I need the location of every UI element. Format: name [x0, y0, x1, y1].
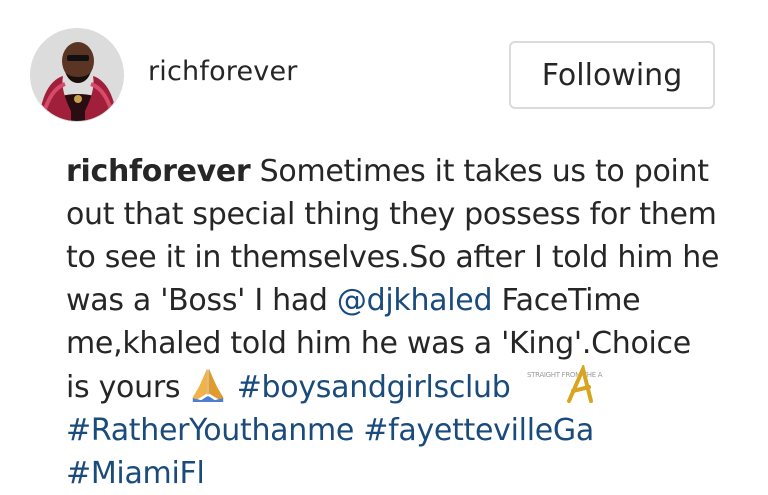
avatar[interactable] — [30, 28, 124, 122]
post-author-username[interactable]: richforever — [148, 56, 298, 87]
straight-from-the-a-watermark: STRAIGHT FROM THE A — [527, 365, 603, 403]
hashtag-link[interactable]: #MiamiFl — [66, 456, 205, 491]
caption-text: to see it in themselves.So after I told … — [66, 240, 720, 275]
caption-text: Sometimes it takes us to point — [250, 154, 709, 189]
post-caption: richforever Sometimes it takes us to poi… — [66, 150, 756, 495]
avatar-image — [31, 29, 123, 121]
hashtag-link[interactable]: #fayettevilleGa — [363, 413, 594, 448]
caption-line: was a 'Boss' I had @djkhaled FaceTime — [66, 279, 756, 322]
hashtag-link[interactable]: #boysandgirlsclub — [237, 370, 511, 405]
caption-text: me,khaled told him he was a 'King'.Choic… — [66, 326, 691, 361]
post-header: richforever Following — [0, 0, 768, 150]
caption-line: #MiamiFl — [66, 452, 756, 495]
caption-text: is yours — [66, 370, 190, 405]
hashtag-link[interactable]: #RatherYouthanme — [66, 413, 354, 448]
folded-hands-icon — [193, 368, 224, 403]
caption-line: me,khaled told him he was a 'King'.Choic… — [66, 322, 756, 365]
mention-link[interactable]: @djkhaled — [337, 283, 493, 318]
following-button[interactable]: Following — [509, 41, 715, 109]
caption-line: richforever Sometimes it takes us to poi… — [66, 150, 756, 193]
caption-username[interactable]: richforever — [66, 154, 251, 189]
caption-line: #RatherYouthanme #fayettevilleGa — [66, 409, 756, 452]
caption-line: out that special thing they possess for … — [66, 193, 756, 236]
caption-text: out that special thing they possess for … — [66, 197, 717, 232]
caption-line: to see it in themselves.So after I told … — [66, 236, 756, 279]
caption-text: FaceTime — [492, 283, 641, 318]
caption-text: was a 'Boss' I had — [66, 283, 337, 318]
caption-line: is yours #boysandgirlsclub STRAIGHT FROM … — [66, 365, 756, 409]
watermark-text: STRAIGHT FROM THE A — [527, 371, 603, 379]
